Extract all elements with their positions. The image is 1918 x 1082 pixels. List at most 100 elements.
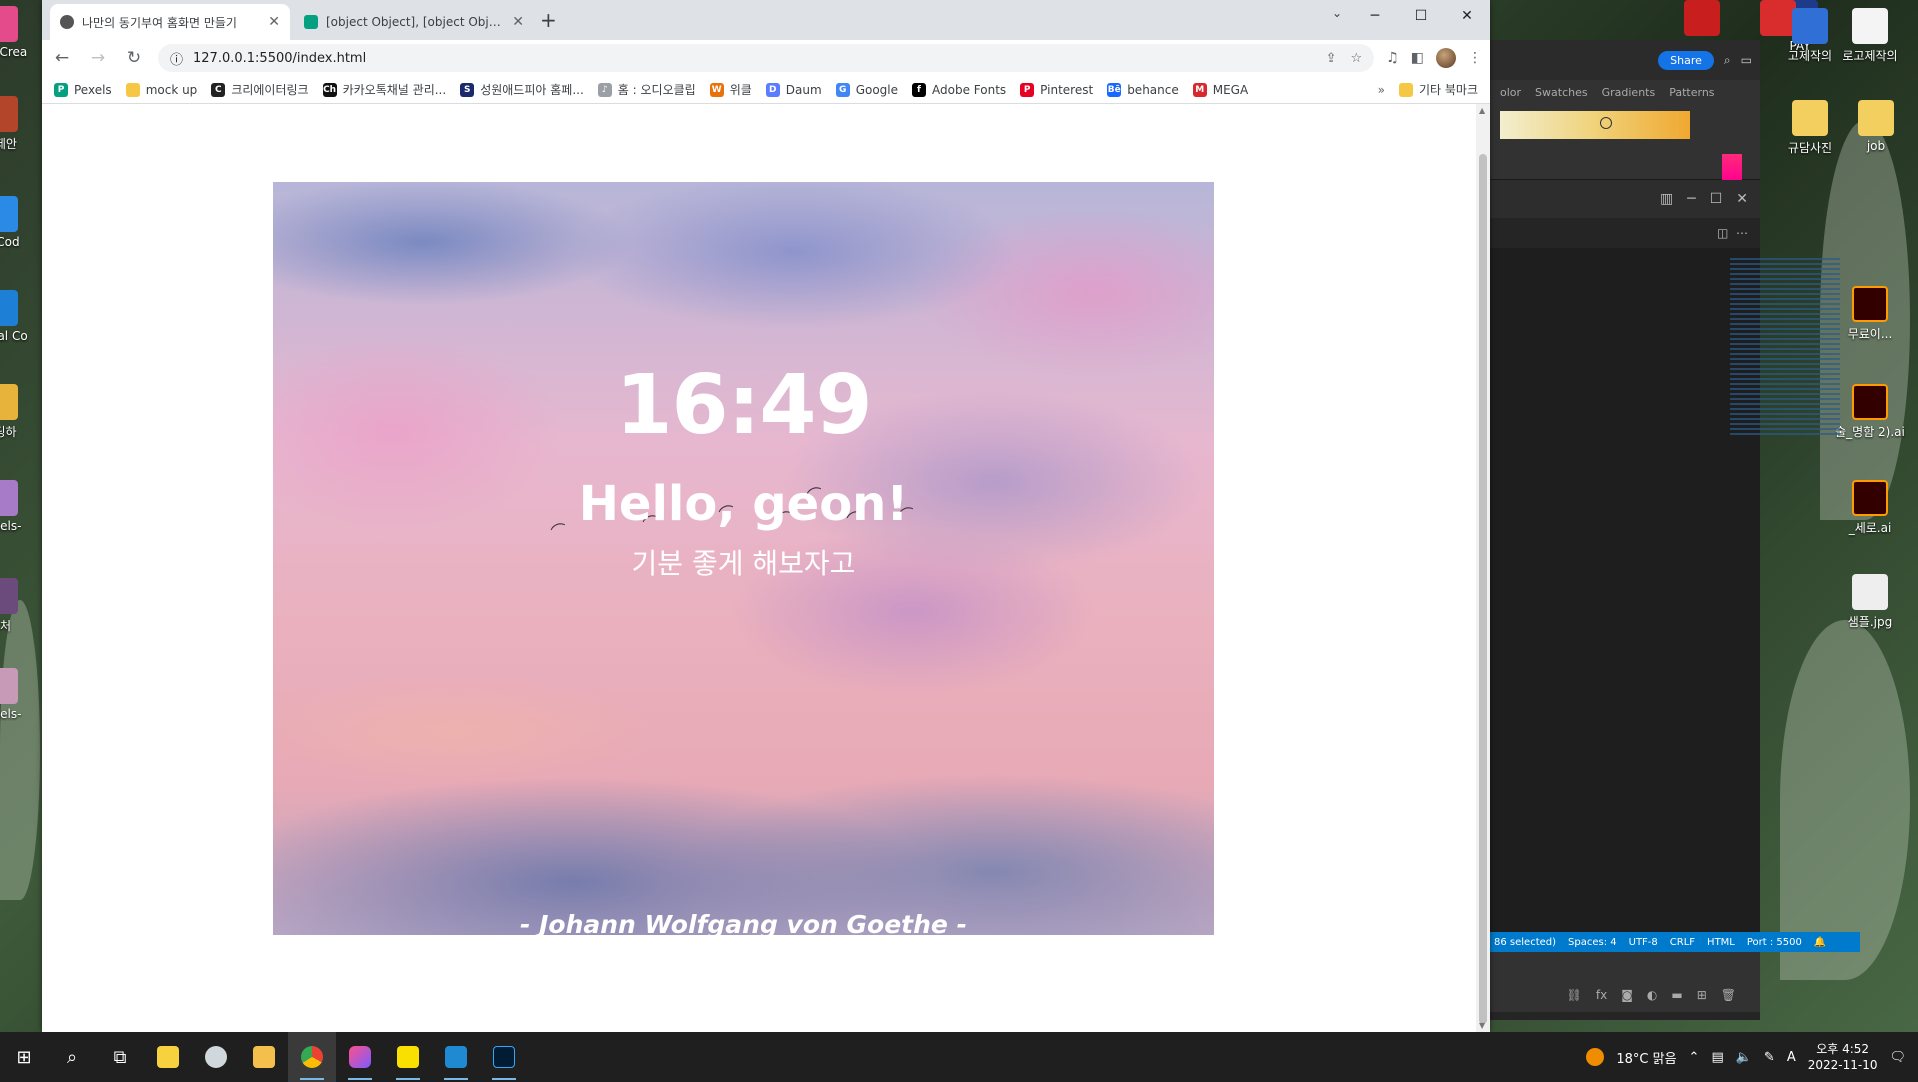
- bookmark-item[interactable]: f Adobe Fonts: [912, 82, 1006, 97]
- bookmarks-overflow-icon[interactable]: »: [1378, 83, 1385, 97]
- desktop-icon[interactable]: 코딩하: [0, 384, 40, 440]
- code-editor[interactable]: [1490, 248, 1760, 938]
- task-view-icon[interactable]: ⧉: [96, 1032, 144, 1082]
- bookmark-item[interactable]: C 크리에이터링크: [211, 81, 309, 98]
- bookmark-item[interactable]: Bē behance: [1107, 82, 1179, 97]
- pen-icon[interactable]: ✎: [1764, 1050, 1775, 1065]
- vscode-icon[interactable]: [432, 1032, 480, 1082]
- close-icon[interactable]: ✕: [1736, 191, 1748, 207]
- volume-icon[interactable]: 🔈: [1736, 1050, 1752, 1065]
- share-button[interactable]: Share: [1658, 50, 1714, 70]
- kakaotalk-icon[interactable]: [384, 1032, 432, 1082]
- desktop-icon[interactable]: 캡처: [0, 578, 40, 634]
- scroll-up-icon[interactable]: ▲: [1479, 106, 1485, 115]
- status-encoding[interactable]: UTF-8: [1629, 937, 1658, 948]
- weather-text[interactable]: 18°C 맑음: [1616, 1048, 1676, 1067]
- forward-arrow-icon[interactable]: →: [86, 48, 110, 68]
- desktop-icon[interactable]: 로고제작의: [1830, 8, 1910, 64]
- status-eol[interactable]: CRLF: [1670, 937, 1695, 948]
- tray-overflow-icon[interactable]: ⌃: [1689, 1050, 1700, 1065]
- fx-icon[interactable]: fx: [1596, 988, 1607, 1002]
- trash-icon[interactable]: 🗑: [1721, 988, 1736, 1002]
- status-indent[interactable]: Spaces: 4: [1568, 937, 1617, 948]
- ime-indicator[interactable]: A: [1787, 1050, 1796, 1065]
- bookmark-item[interactable]: M MEGA: [1192, 82, 1248, 97]
- search-icon[interactable]: ⌕: [1724, 53, 1731, 68]
- bookmark-star-icon[interactable]: ☆: [1351, 51, 1363, 66]
- scroll-down-icon[interactable]: ▼: [1479, 1021, 1485, 1030]
- maximize-icon[interactable]: ☐: [1710, 191, 1723, 207]
- app-icon[interactable]: [192, 1032, 240, 1082]
- color-picker-gradient[interactable]: [1500, 111, 1690, 139]
- new-tab-button[interactable]: +: [540, 8, 557, 32]
- profile-avatar[interactable]: [1436, 48, 1456, 68]
- reload-icon[interactable]: ↻: [122, 48, 146, 68]
- desktop-icon[interactable]: pexels-: [0, 668, 40, 721]
- bookmark-item[interactable]: P Pexels: [54, 82, 112, 97]
- start-windows-icon[interactable]: ⊞: [0, 1032, 48, 1082]
- sticky-notes-icon[interactable]: [144, 1032, 192, 1082]
- new-layer-icon[interactable]: ⊞: [1697, 988, 1707, 1002]
- maximize-button[interactable]: ☐: [1398, 0, 1444, 32]
- panel-tab-gradients[interactable]: Gradients: [1602, 86, 1656, 99]
- tab-search-icon[interactable]: ⌄: [1332, 6, 1342, 20]
- taskbar-clock[interactable]: 오후 4:52 2022-11-10: [1808, 1041, 1878, 1073]
- folder-icon[interactable]: ▬: [1671, 988, 1682, 1002]
- mask-icon[interactable]: ◙: [1621, 988, 1633, 1002]
- adjustment-icon[interactable]: ◐: [1647, 988, 1657, 1002]
- page-scrollbar[interactable]: ▲ ▼: [1476, 104, 1490, 1032]
- panel-tab-patterns[interactable]: Patterns: [1669, 86, 1714, 99]
- network-icon[interactable]: ▤: [1711, 1050, 1723, 1065]
- layout-icon[interactable]: ▥: [1660, 191, 1673, 207]
- creative-cloud-icon[interactable]: [336, 1032, 384, 1082]
- share-icon[interactable]: ⇪: [1326, 51, 1337, 66]
- bell-icon[interactable]: 🔔: [1814, 937, 1826, 948]
- file-explorer-icon[interactable]: [240, 1032, 288, 1082]
- back-arrow-icon[interactable]: ←: [50, 48, 74, 68]
- desktop-icon[interactable]: BI제안: [0, 96, 40, 152]
- split-editor-icon[interactable]: ◫: [1717, 226, 1728, 240]
- panel-tab-swatches[interactable]: Swatches: [1535, 86, 1588, 99]
- bookmark-item[interactable]: P Pinterest: [1020, 82, 1093, 97]
- side-panel-icon[interactable]: ◧: [1411, 50, 1424, 66]
- desktop-icon[interactable]: [1672, 0, 1732, 39]
- desktop-icon[interactable]: 샘플.jpg: [1830, 574, 1910, 630]
- status-selection[interactable]: 86 selected): [1494, 937, 1556, 948]
- status-language[interactable]: HTML: [1707, 937, 1735, 948]
- scrollbar-thumb[interactable]: [1479, 154, 1487, 1024]
- close-tab-icon[interactable]: ✕: [268, 14, 280, 30]
- bookmark-item[interactable]: G Google: [835, 82, 898, 97]
- chrome-icon[interactable]: [288, 1032, 336, 1082]
- desktop-icon[interactable]: 술_명함 2).ai: [1830, 384, 1910, 440]
- bookmark-item[interactable]: W 위클: [709, 81, 752, 98]
- desktop-icon[interactable]: pexels-: [0, 480, 40, 533]
- bookmark-other-folder[interactable]: 기타 북마크: [1398, 81, 1478, 98]
- color-swatch[interactable]: [1722, 154, 1742, 182]
- desktop-icon[interactable]: 규담사진: [1780, 100, 1840, 156]
- search-icon[interactable]: ⌕: [48, 1032, 96, 1082]
- minimize-icon[interactable]: ─: [1687, 191, 1695, 207]
- panel-tab-color[interactable]: olor: [1500, 86, 1521, 99]
- tab-motivation-home[interactable]: 나만의 동기부여 홈화면 만들기 ✕: [50, 4, 290, 40]
- close-tab-icon[interactable]: ✕: [512, 14, 524, 30]
- link-icon[interactable]: ⛓: [1567, 988, 1582, 1002]
- info-icon[interactable]: ⓘ: [170, 49, 183, 68]
- address-bar[interactable]: ⓘ 127.0.0.1:5500/index.html ⇪ ☆: [158, 44, 1375, 72]
- desktop-icon[interactable]: 무료이...: [1830, 286, 1910, 342]
- bookmark-item[interactable]: ♪ 홈 : 오디오클립: [597, 81, 696, 98]
- photoshop-icon[interactable]: [480, 1032, 528, 1082]
- desktop-icon[interactable]: Visual Co: [0, 290, 40, 343]
- workspace-icon[interactable]: ▭: [1741, 53, 1752, 67]
- minimize-button[interactable]: ─: [1352, 0, 1398, 32]
- menu-kebab-icon[interactable]: ⋮: [1468, 50, 1482, 66]
- tab-object-object[interactable]: [object Object], [object Object] ✕: [294, 4, 534, 40]
- bookmark-item[interactable]: Ch 카카오톡채널 관리...: [322, 81, 446, 98]
- desktop-icon[interactable]: _세로.ai: [1830, 480, 1910, 536]
- bookmark-item[interactable]: mock up: [125, 82, 197, 97]
- close-button[interactable]: ✕: [1444, 0, 1490, 32]
- minimap[interactable]: [1730, 258, 1840, 438]
- more-icon[interactable]: ⋯: [1736, 226, 1748, 240]
- media-control-icon[interactable]: ♫: [1386, 50, 1399, 66]
- status-port[interactable]: Port : 5500: [1747, 937, 1802, 948]
- desktop-icon[interactable]: Ado Crea: [0, 6, 40, 59]
